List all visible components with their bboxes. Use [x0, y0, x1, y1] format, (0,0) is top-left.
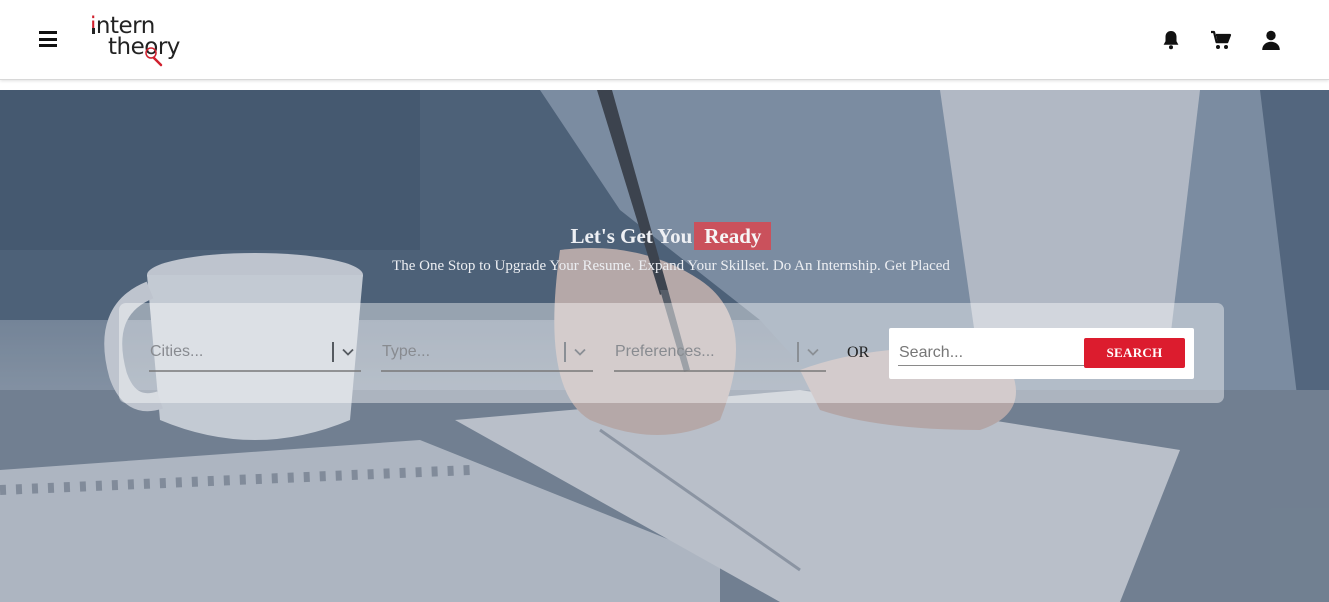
user-icon[interactable]: [1259, 28, 1283, 52]
magnifier-logo-mark: [92, 28, 163, 67]
top-header: intern theory: [0, 0, 1329, 80]
hero-banner: Let's Get You Ready The One Stop to Upgra…: [0, 90, 1329, 602]
bell-icon[interactable]: [1159, 28, 1183, 52]
search-panel: Cities... Type... Preferences... OR SEA: [119, 303, 1224, 403]
search-input[interactable]: [898, 340, 1085, 366]
hero-subline: The One Stop to Upgrade Your Resume. Exp…: [392, 258, 950, 274]
type-separator: [564, 342, 566, 362]
preferences-placeholder: Preferences...: [615, 343, 715, 360]
headline-prefix: Let's Get You: [570, 224, 693, 248]
menu-icon[interactable]: [39, 31, 57, 47]
intern-theory-logo[interactable]: intern theory: [88, 12, 192, 68]
cities-select[interactable]: Cities...: [149, 336, 361, 372]
cities-separator: [332, 342, 334, 362]
preferences-separator: [797, 342, 799, 362]
preferences-select[interactable]: Preferences...: [614, 336, 826, 372]
type-placeholder: Type...: [382, 343, 431, 360]
hero-headline: Let's Get You Ready: [0, 222, 1329, 250]
cities-placeholder: Cities...: [150, 343, 204, 360]
cart-icon[interactable]: [1209, 28, 1233, 52]
chevron-down-icon[interactable]: [341, 345, 355, 359]
chevron-down-icon[interactable]: [573, 345, 587, 359]
keyword-search-box: SEARCH: [889, 328, 1194, 379]
headline-highlight: Ready: [694, 222, 772, 250]
search-button[interactable]: SEARCH: [1084, 338, 1185, 368]
type-select[interactable]: Type...: [381, 336, 593, 372]
chevron-down-icon[interactable]: [806, 345, 820, 359]
or-label: OR: [847, 344, 870, 361]
